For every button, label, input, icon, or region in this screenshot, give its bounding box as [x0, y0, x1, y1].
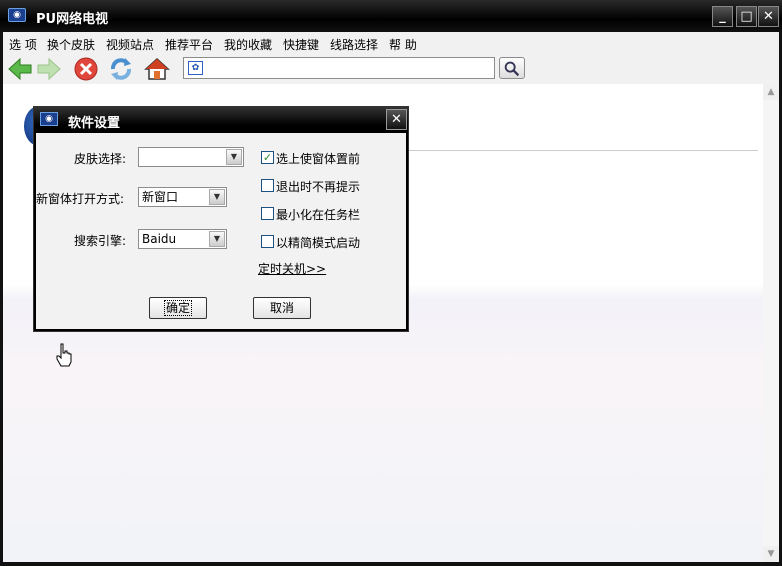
main-window: ◉ PU网络电视 _ □ ✕ 选 项 换个皮肤 视频站点 推荐平台 我的收藏 快… [0, 0, 782, 566]
close-button[interactable]: ✕ [758, 6, 779, 27]
option-simple-mode-label: 以精简模式启动 [276, 236, 361, 250]
ok-button-label: 确定 [163, 300, 192, 316]
app-logo-icon: ◉ [8, 8, 26, 22]
option-bring-front-label: 选上使窗体置前 [276, 152, 361, 166]
timer-shutdown-link[interactable]: 定时关机>> [258, 260, 326, 277]
new-window-label: 新窗体打开方式: [36, 192, 125, 206]
menu-bar: 选 项 换个皮肤 视频站点 推荐平台 我的收藏 快捷键 线路选择 帮 助 [3, 32, 779, 54]
option-minimize-taskbar-label: 最小化在任务栏 [276, 208, 361, 222]
search-engine-label: 搜索引擎: [74, 234, 127, 248]
option-no-exit-prompt-label: 退出时不再提示 [276, 180, 361, 194]
baidu-paw-icon: ✿ [188, 61, 203, 75]
checkbox-minimize-taskbar[interactable] [261, 207, 274, 220]
dialog-title-bar[interactable]: ◉ 软件设置 ✕ [34, 107, 408, 133]
dialog-body: 皮肤选择: ▼ 新窗体打开方式: 新窗口 ▼ 搜索引擎: Baidu ▼ ✓ 选… [36, 133, 406, 329]
back-arrow-icon[interactable] [7, 56, 33, 82]
chevron-down-icon: ▼ [209, 231, 225, 247]
menu-favorites[interactable]: 我的收藏 [224, 36, 272, 53]
vertical-scrollbar[interactable]: ▲ ▼ [763, 84, 779, 562]
stop-icon[interactable] [73, 56, 99, 82]
minimize-button[interactable]: _ [712, 6, 733, 27]
dialog-title: 软件设置 [68, 116, 121, 131]
scroll-down-icon[interactable]: ▼ [763, 546, 779, 562]
search-button[interactable] [499, 57, 525, 79]
refresh-icon[interactable] [108, 56, 134, 82]
ok-button[interactable]: 确定 [149, 297, 207, 319]
scroll-up-icon[interactable]: ▲ [763, 84, 779, 100]
settings-dialog: ◉ 软件设置 ✕ 皮肤选择: ▼ 新窗体打开方式: 新窗口 ▼ 搜索引擎: Ba… [33, 106, 409, 332]
home-icon[interactable] [144, 56, 170, 82]
dialog-close-button[interactable]: ✕ [386, 109, 407, 130]
menu-help[interactable]: 帮 助 [389, 36, 417, 53]
maximize-button[interactable]: □ [736, 6, 757, 27]
app-logo-icon: ◉ [40, 112, 58, 126]
chevron-down-icon: ▼ [209, 189, 225, 205]
new-window-select-value: 新窗口 [142, 190, 179, 204]
chevron-down-icon: ▼ [226, 149, 242, 165]
checkbox-simple-mode[interactable] [261, 235, 274, 248]
cancel-button[interactable]: 取消 [253, 297, 311, 319]
menu-line-select[interactable]: 线路选择 [330, 36, 378, 53]
search-engine-select-value: Baidu [142, 232, 177, 246]
skin-select[interactable]: ▼ [138, 147, 244, 167]
toolbar: ✿ [3, 54, 779, 84]
title-bar[interactable]: ◉ PU网络电视 _ □ ✕ [0, 0, 782, 32]
window-title: PU网络电视 [36, 12, 109, 27]
search-engine-select[interactable]: Baidu ▼ [138, 229, 227, 249]
hand-cursor-icon [56, 343, 72, 367]
menu-change-skin[interactable]: 换个皮肤 [47, 36, 95, 53]
menu-shortcuts[interactable]: 快捷键 [283, 36, 319, 53]
forward-arrow-icon[interactable] [36, 56, 62, 82]
new-window-select[interactable]: 新窗口 ▼ [138, 187, 227, 207]
checkbox-no-exit-prompt[interactable] [261, 179, 274, 192]
menu-video-sites[interactable]: 视频站点 [106, 36, 154, 53]
checkbox-bring-front[interactable]: ✓ [261, 151, 274, 164]
menu-recommended[interactable]: 推荐平台 [165, 36, 213, 53]
address-bar[interactable]: ✿ [183, 57, 495, 79]
cancel-button-label: 取消 [269, 301, 294, 315]
divider [408, 150, 758, 151]
skin-label: 皮肤选择: [74, 152, 127, 166]
menu-options[interactable]: 选 项 [9, 36, 37, 53]
